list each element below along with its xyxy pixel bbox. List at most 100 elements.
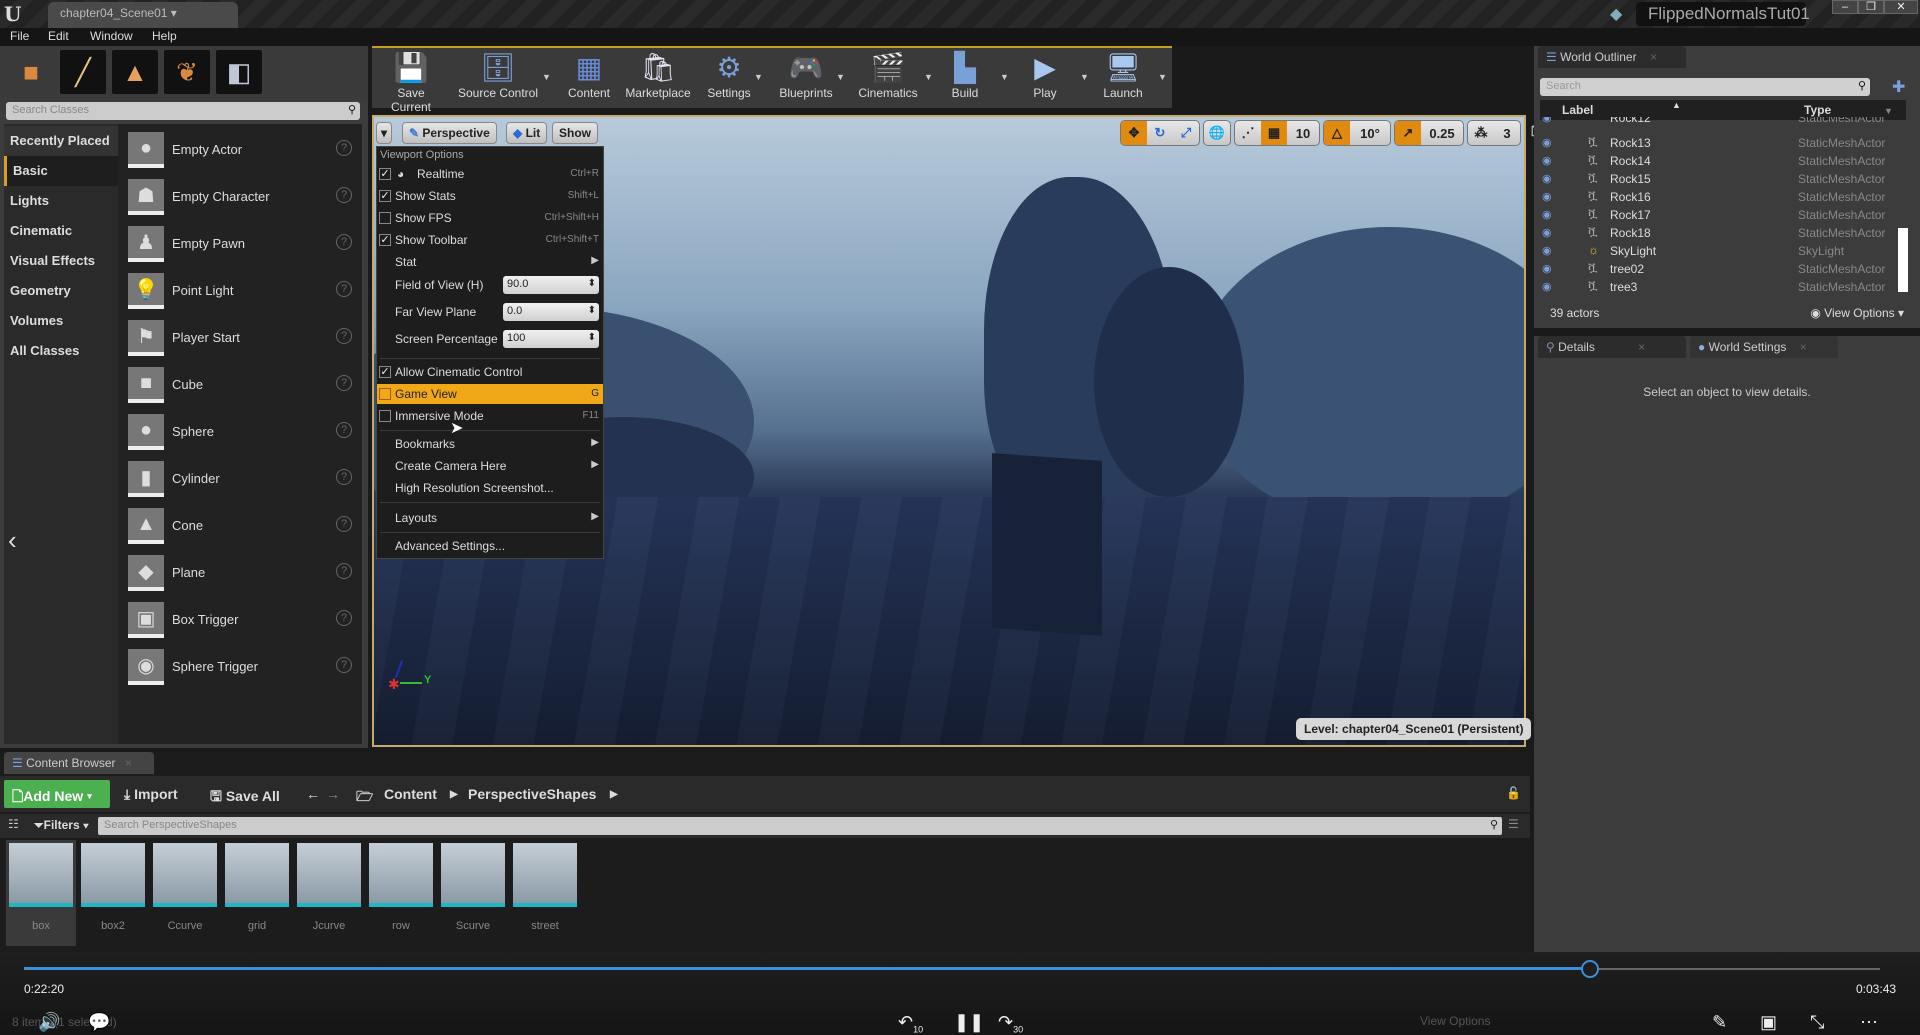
content-search-input[interactable]: Search PerspectiveShapes ⚲ (98, 817, 1502, 835)
grid-snap-value[interactable]: 10 (1287, 121, 1319, 145)
paint-mode-icon[interactable]: ╱ (60, 50, 106, 94)
chevron-left-icon[interactable]: ‹ (8, 525, 17, 556)
perspective-button[interactable]: ✎ Perspective (402, 122, 497, 144)
close-tab-icon[interactable]: × (1638, 340, 1645, 354)
chevron-down-icon[interactable]: ▼ (1884, 106, 1893, 116)
checkbox-unchecked[interactable] (379, 212, 391, 224)
help-icon[interactable]: ? (336, 234, 352, 250)
menu-item-game-view[interactable]: Game View G (377, 384, 603, 404)
outliner-row[interactable]: ◉ ቯ Rock15 StaticMeshActor (1540, 170, 1902, 188)
translate-icon[interactable]: ✥ (1121, 121, 1147, 145)
asset-tile[interactable]: Jcurve (294, 840, 364, 946)
search-classes-input[interactable]: Search Classes ⚲ (6, 102, 360, 120)
asset-tile[interactable]: row (366, 840, 436, 946)
column-type[interactable]: Type (1804, 103, 1831, 117)
unreal-logo-icon[interactable]: U (4, 2, 21, 26)
menu-item-high-resolution-screenshot[interactable]: High Resolution Screenshot... (377, 478, 603, 498)
class-item-box-trigger[interactable]: ▣ Box Trigger? (124, 598, 354, 642)
skip-forward-icon[interactable]: ↷30 (998, 1012, 1023, 1035)
play-button[interactable]: ▶ Play (1010, 50, 1080, 106)
menu-file[interactable]: File (10, 29, 29, 43)
asset-tile[interactable]: Ccurve (150, 840, 220, 946)
asset-tile[interactable]: box2 (78, 840, 148, 946)
checkbox-unchecked[interactable] (379, 410, 391, 422)
menu-item-show-toolbar[interactable]: ✓ Show Toolbar Ctrl+Shift+T (377, 230, 603, 250)
outliner-search-input[interactable]: Search ⚲ (1540, 78, 1870, 96)
cinematics-button[interactable]: 🎬 Cinematics (850, 50, 926, 106)
captions-icon[interactable]: 💬 (88, 1012, 110, 1033)
checkbox-checked[interactable]: ✓ (379, 366, 391, 378)
rotation-snap-value[interactable]: 10° (1350, 121, 1390, 145)
world-space-icon[interactable]: 🌐 (1204, 121, 1230, 145)
minimize-button[interactable]: – (1832, 0, 1858, 14)
outliner-row[interactable]: ◉ Rock12 StaticMeshActor (1540, 117, 1902, 127)
menu-item-show-stats[interactable]: ✓ Show Stats Shift+L (377, 186, 603, 206)
world-settings-tab[interactable]: ● World Settings × (1690, 336, 1838, 358)
category-geometry[interactable]: Geometry (4, 276, 118, 306)
class-item-point-light[interactable]: 💡 Point Light? (124, 269, 354, 313)
camera-speed-value[interactable]: 3 (1494, 121, 1520, 145)
outliner-scrollbar[interactable] (1898, 228, 1908, 292)
eye-icon[interactable]: ◉ (1542, 190, 1552, 203)
asset-tile[interactable]: street (510, 840, 580, 946)
menu-item-stat[interactable]: Stat ▶ (377, 252, 603, 272)
source-control-dropdown[interactable]: ▼ (542, 72, 551, 82)
menu-edit[interactable]: Edit (48, 29, 69, 43)
outliner-row[interactable]: ◉ ቯ Rock18 StaticMeshActor (1540, 224, 1902, 242)
class-item-empty-pawn[interactable]: ♟ Empty Pawn? (124, 222, 354, 266)
class-item-sphere[interactable]: ● Sphere? (124, 410, 354, 454)
scale-snap-value[interactable]: 0.25 (1421, 121, 1463, 145)
sources-toggle-icon[interactable]: ☷ (8, 817, 19, 831)
source-control-button[interactable]: 🗄 Source Control (456, 50, 540, 106)
menu-window[interactable]: Window (90, 29, 133, 43)
class-item-cone[interactable]: ▲ Cone? (124, 504, 354, 548)
help-icon[interactable]: ? (336, 422, 352, 438)
close-tab-icon[interactable]: × (1800, 340, 1807, 354)
foliage-mode-icon[interactable]: ❦ (164, 50, 210, 94)
class-item-empty-character[interactable]: ☗ Empty Character? (124, 175, 354, 219)
details-tab[interactable]: ⚲ Details × (1538, 336, 1686, 358)
settings-dropdown[interactable]: ▼ (754, 72, 763, 82)
scale-snap-icon[interactable]: ↗ (1395, 121, 1421, 145)
help-icon[interactable]: ? (336, 328, 352, 344)
help-icon[interactable]: ? (336, 375, 352, 391)
menu-item-advanced-settings[interactable]: Advanced Settings... (377, 536, 603, 556)
menu-item-immersive-mode[interactable]: Immersive Mode F11 (377, 406, 603, 426)
breadcrumb-perspectiveshapes[interactable]: PerspectiveShapes (468, 786, 596, 802)
eye-icon[interactable]: ◉ (1542, 244, 1552, 257)
content-browser-tab[interactable]: ☰ Content Browser × (4, 752, 154, 774)
eye-icon[interactable]: ◉ (1542, 280, 1552, 293)
class-item-empty-actor[interactable]: ● Empty Actor? (124, 128, 354, 172)
outliner-row[interactable]: ◉ ቯ Rock16 StaticMeshActor (1540, 188, 1902, 206)
class-item-plane[interactable]: ◆ Plane? (124, 551, 354, 595)
launch-dropdown[interactable]: ▼ (1158, 72, 1167, 82)
asset-tile[interactable]: box (6, 840, 76, 946)
fov-input[interactable]: 90.0 ⬍ (503, 276, 599, 294)
viewport-options-button[interactable]: ▾ (376, 122, 393, 144)
menu-item-layouts[interactable]: Layouts ▶ (377, 508, 603, 528)
close-button[interactable]: ✕ (1884, 0, 1918, 14)
landscape-mode-icon[interactable]: ▲ (112, 50, 158, 94)
category-lights[interactable]: Lights (4, 186, 118, 216)
scale-icon[interactable]: ⤢ (1173, 121, 1199, 145)
eye-icon[interactable]: ◉ (1542, 136, 1552, 149)
outliner-row[interactable]: ◉ ቯ Rock14 StaticMeshActor (1540, 152, 1902, 170)
help-icon[interactable]: ? (336, 140, 352, 156)
content-button[interactable]: ▦ Content (554, 50, 624, 106)
forward-arrow-icon[interactable]: → (326, 786, 340, 802)
launch-button[interactable]: 🖥 Launch (1088, 50, 1158, 106)
category-cinematic[interactable]: Cinematic (4, 216, 118, 246)
help-icon[interactable]: ? (336, 516, 352, 532)
surface-snap-icon[interactable]: ⋰ (1235, 121, 1261, 145)
filters-button[interactable]: ⏷Filters ▾ (34, 818, 89, 833)
lock-icon[interactable]: 🔓 (1506, 786, 1521, 800)
column-label[interactable]: Label (1562, 103, 1593, 117)
more-options-icon[interactable]: ⋯ (1860, 1012, 1878, 1033)
rotate-icon[interactable]: ↻ (1147, 121, 1173, 145)
blueprints-button[interactable]: 🎮 Blueprints (770, 50, 842, 106)
import-button[interactable]: ⤓ Import (124, 786, 178, 803)
class-item-sphere-trigger[interactable]: ◉ Sphere Trigger? (124, 645, 354, 689)
help-icon[interactable]: ? (336, 281, 352, 297)
pencil-icon[interactable]: ✎ (1712, 1012, 1727, 1033)
view-options-button[interactable]: ◉ View Options ▾ (1810, 306, 1904, 320)
